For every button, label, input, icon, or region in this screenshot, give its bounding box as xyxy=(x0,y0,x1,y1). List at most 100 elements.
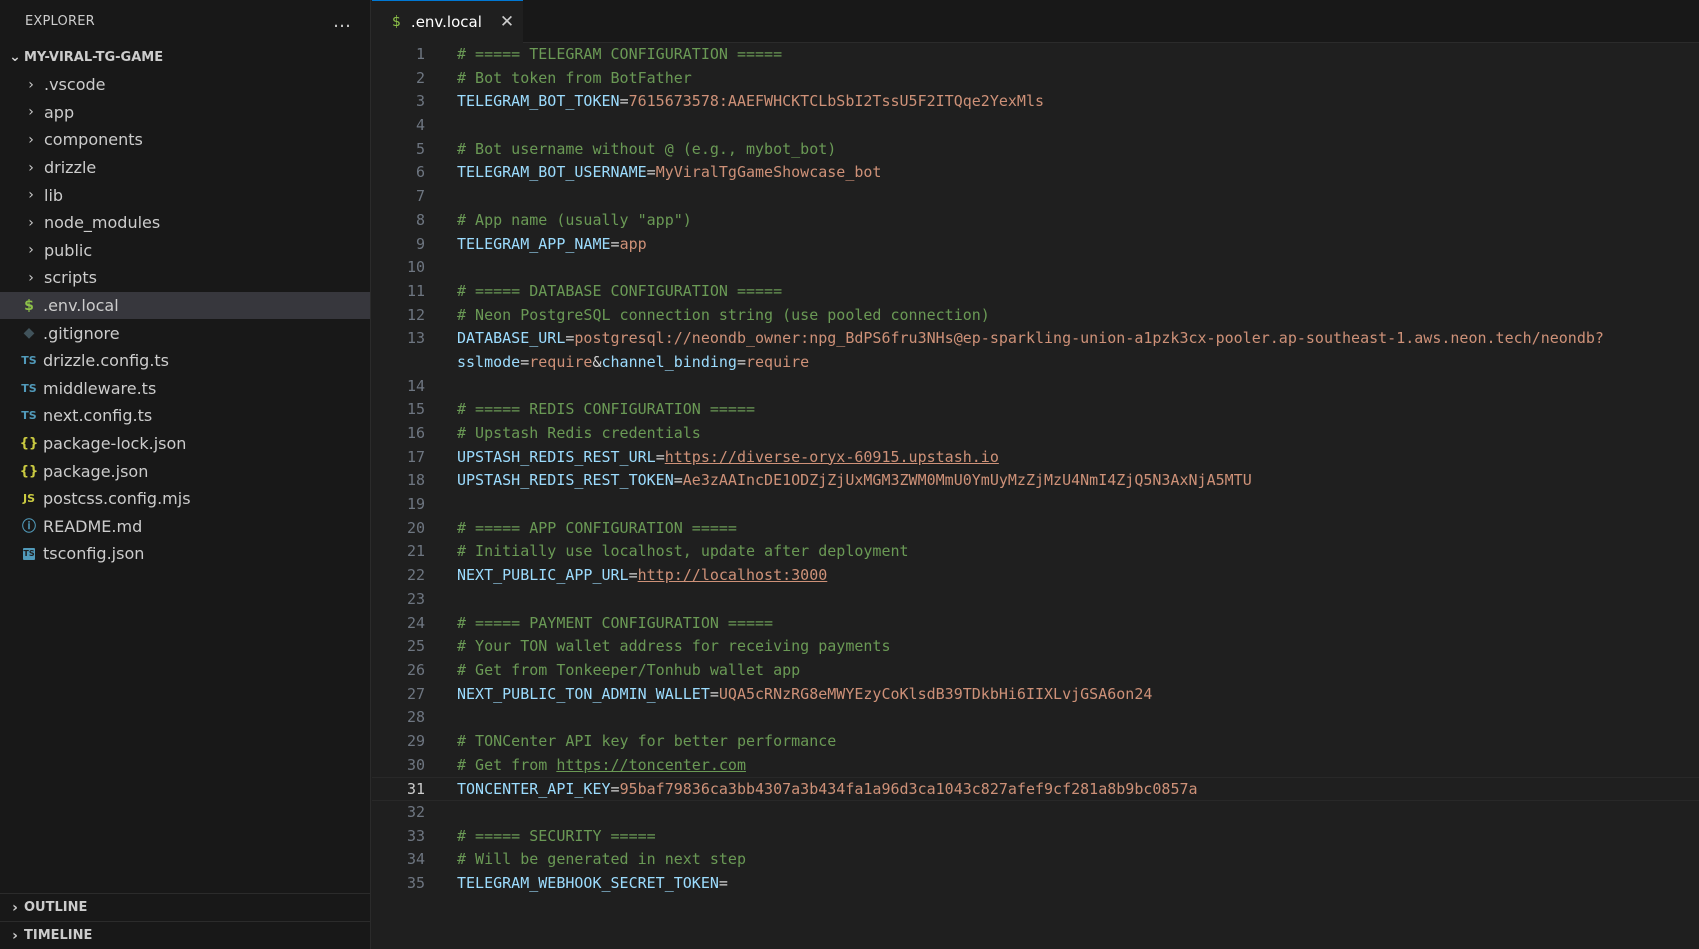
line-number: 16 xyxy=(406,424,425,442)
file-label: package.json xyxy=(43,461,149,481)
chevron-right-icon: › xyxy=(28,76,34,93)
outline-section[interactable]: › OUTLINE xyxy=(0,893,371,921)
comment-text: # Upstash Redis credentials xyxy=(457,424,701,442)
explorer-sidebar: EXPLORER … ⌄ MY-VIRAL-TG-GAME › .vscode › a… xyxy=(0,0,371,949)
code-editor[interactable]: 1 # ===== TELEGRAM CONFIGURATION ===== 2 # … xyxy=(372,43,1699,896)
code-line-28[interactable]: 28 xyxy=(372,706,1699,730)
file-package-json[interactable]: {} package.json xyxy=(0,457,370,485)
code-line-32[interactable]: 32 xyxy=(372,801,1699,825)
folder-app[interactable]: › app xyxy=(0,99,370,127)
code-line-22[interactable]: 22 NEXT_PUBLIC_APP_URL=http://localhost:3… xyxy=(372,564,1699,588)
folder-components[interactable]: › components xyxy=(0,126,370,154)
code-line-1[interactable]: 1 # ===== TELEGRAM CONFIGURATION ===== xyxy=(372,43,1699,67)
chevron-right-icon: › xyxy=(28,269,34,286)
code-line-8[interactable]: 8 # App name (usually "app") xyxy=(372,209,1699,233)
operator: & xyxy=(592,352,602,371)
line-number: 35 xyxy=(406,874,425,893)
line-text: # Initially use localhost, update after … xyxy=(457,540,909,564)
project-root[interactable]: ⌄ MY-VIRAL-TG-GAME xyxy=(0,43,370,71)
code-line-11[interactable]: 11 # ===== DATABASE CONFIGURATION ===== xyxy=(372,280,1699,304)
code-line-18[interactable]: 18 UPSTASH_REDIS_REST_TOKEN=Ae3zAAIncDE1O… xyxy=(372,469,1699,493)
env-value[interactable]: https://diverse-oryx-60915.upstash.io xyxy=(665,448,999,466)
file-label: README.md xyxy=(43,516,143,536)
code-line-27[interactable]: 27 NEXT_PUBLIC_TON_ADMIN_WALLET=UQA5cRNzR… xyxy=(372,683,1699,707)
code-line-25[interactable]: 25 # Your TON wallet address for receivin… xyxy=(372,635,1699,659)
file-package-lock-json[interactable]: {} package-lock.json xyxy=(0,430,370,458)
code-line-31[interactable]: 31 TONCENTER_API_KEY=95baf79836ca3bb4307a… xyxy=(372,777,1699,801)
code-line-20[interactable]: 20 # ===== APP CONFIGURATION ===== xyxy=(372,517,1699,541)
line-text: # ===== SECURITY ===== xyxy=(457,825,656,849)
comment-text[interactable]: https://toncenter.com xyxy=(556,756,746,774)
folder-public[interactable]: › public xyxy=(0,237,370,265)
folder-label: components xyxy=(44,130,143,150)
file-label: next.config.ts xyxy=(43,406,153,426)
comment-text: # ===== SECURITY ===== xyxy=(457,826,656,845)
operator: = xyxy=(709,684,719,703)
line-text: # Neon PostgreSQL connection string (use… xyxy=(457,304,990,328)
file-postcss-config-mjs[interactable]: JS postcss.config.mjs xyxy=(0,485,370,513)
chevron-right-icon: › xyxy=(28,159,34,176)
timeline-section[interactable]: › TIMELINE xyxy=(0,921,371,949)
folder-lib[interactable]: › lib xyxy=(0,181,370,209)
line-text: TONCENTER_API_KEY=95baf79836ca3bb4307a3b… xyxy=(457,778,1198,802)
file-drizzle-config-ts[interactable]: TS drizzle.config.ts xyxy=(0,347,370,375)
file-tsconfig-json[interactable]: TS tsconfig.json xyxy=(0,540,370,568)
code-line-4[interactable]: 4 xyxy=(372,114,1699,138)
code-line-5[interactable]: 5 # Bot username without @ (e.g., mybot_b… xyxy=(372,138,1699,162)
file-middleware-ts[interactable]: TS middleware.ts xyxy=(0,375,370,403)
env-key: channel_binding xyxy=(601,352,737,371)
code-line-24[interactable]: 24 # ===== PAYMENT CONFIGURATION ===== xyxy=(372,612,1699,636)
code-line-33[interactable]: 33 # ===== SECURITY ===== xyxy=(372,825,1699,849)
code-line-35[interactable]: 35 TELEGRAM_WEBHOOK_SECRET_TOKEN= xyxy=(372,872,1699,896)
close-icon[interactable]: ✕ xyxy=(500,12,514,32)
code-line-30[interactable]: 30 # Get from https://toncenter.com xyxy=(372,754,1699,778)
code-line-15[interactable]: 15 # ===== REDIS CONFIGURATION ===== xyxy=(372,398,1699,422)
file-env-local[interactable]: $ .env.local xyxy=(0,291,370,320)
more-actions-icon[interactable]: … xyxy=(333,11,352,32)
line-number: 6 xyxy=(415,163,425,182)
folder-node-modules[interactable]: › node_modules xyxy=(0,209,370,237)
code-line-7[interactable]: 7 xyxy=(372,185,1699,209)
folder-vscode[interactable]: › .vscode xyxy=(0,71,370,99)
file-label: package-lock.json xyxy=(43,434,187,454)
file-readme-md[interactable]: ⓘ README.md xyxy=(0,513,370,541)
code-line-10[interactable]: 10 xyxy=(372,256,1699,280)
env-key: TELEGRAM_BOT_USERNAME xyxy=(457,163,647,182)
chevron-right-icon: › xyxy=(12,927,18,944)
code-line-34[interactable]: 34 # Will be generated in next step xyxy=(372,848,1699,872)
line-text: TELEGRAM_APP_NAME=app xyxy=(457,233,647,257)
code-line-12[interactable]: 12 # Neon PostgreSQL connection string (u… xyxy=(372,304,1699,328)
code-line-13[interactable]: 13 DATABASE_URL=postgresql://neondb_owner… xyxy=(372,327,1699,351)
file-label: .gitignore xyxy=(43,323,120,343)
operator: = xyxy=(619,92,629,111)
file-label: tsconfig.json xyxy=(43,544,145,564)
file-gitignore[interactable]: ◆ .gitignore xyxy=(0,319,370,347)
code-line-29[interactable]: 29 # TONCenter API key for better perform… xyxy=(372,730,1699,754)
comment-text: # Get from Tonkeeper/Tonhub wallet app xyxy=(457,660,801,679)
code-line-14[interactable]: 14 xyxy=(372,375,1699,399)
tab-env-local[interactable]: $ .env.local ✕ xyxy=(372,0,523,43)
chevron-right-icon: › xyxy=(28,214,34,231)
code-line-wrap[interactable]: sslmode=require&channel_binding=require xyxy=(372,351,1699,375)
env-value: 7615673578:AAEFWHCKTCLbSbI2TssU5F2ITQqe2… xyxy=(628,92,1045,111)
file-next-config-ts[interactable]: TS next.config.ts xyxy=(0,402,370,430)
code-line-6[interactable]: 6 TELEGRAM_BOT_USERNAME=MyViralTgGameShow… xyxy=(372,161,1699,185)
code-line-9[interactable]: 9 TELEGRAM_APP_NAME=app xyxy=(372,233,1699,257)
project-name: MY-VIRAL-TG-GAME xyxy=(24,49,164,65)
folder-drizzle[interactable]: › drizzle xyxy=(0,154,370,182)
code-line-26[interactable]: 26 # Get from Tonkeeper/Tonhub wallet app xyxy=(372,659,1699,683)
line-number: 3 xyxy=(415,92,425,111)
line-number: 7 xyxy=(415,187,425,206)
code-line-23[interactable]: 23 xyxy=(372,588,1699,612)
env-value[interactable]: http://localhost:3000 xyxy=(638,566,828,584)
code-line-2[interactable]: 2 # Bot token from BotFather xyxy=(372,67,1699,91)
line-number: 17 xyxy=(406,447,425,466)
code-line-3[interactable]: 3 TELEGRAM_BOT_TOKEN=7615673578:AAEFWHCKT… xyxy=(372,90,1699,114)
code-line-19[interactable]: 19 xyxy=(372,493,1699,517)
code-line-17[interactable]: 17 UPSTASH_REDIS_REST_URL=https://diverse… xyxy=(372,446,1699,470)
line-number: 32 xyxy=(406,803,425,821)
folder-scripts[interactable]: › scripts xyxy=(0,264,370,292)
code-line-16[interactable]: 16 # Upstash Redis credentials xyxy=(372,422,1699,446)
operator: = xyxy=(610,234,620,253)
code-line-21[interactable]: 21 # Initially use localhost, update afte… xyxy=(372,540,1699,564)
